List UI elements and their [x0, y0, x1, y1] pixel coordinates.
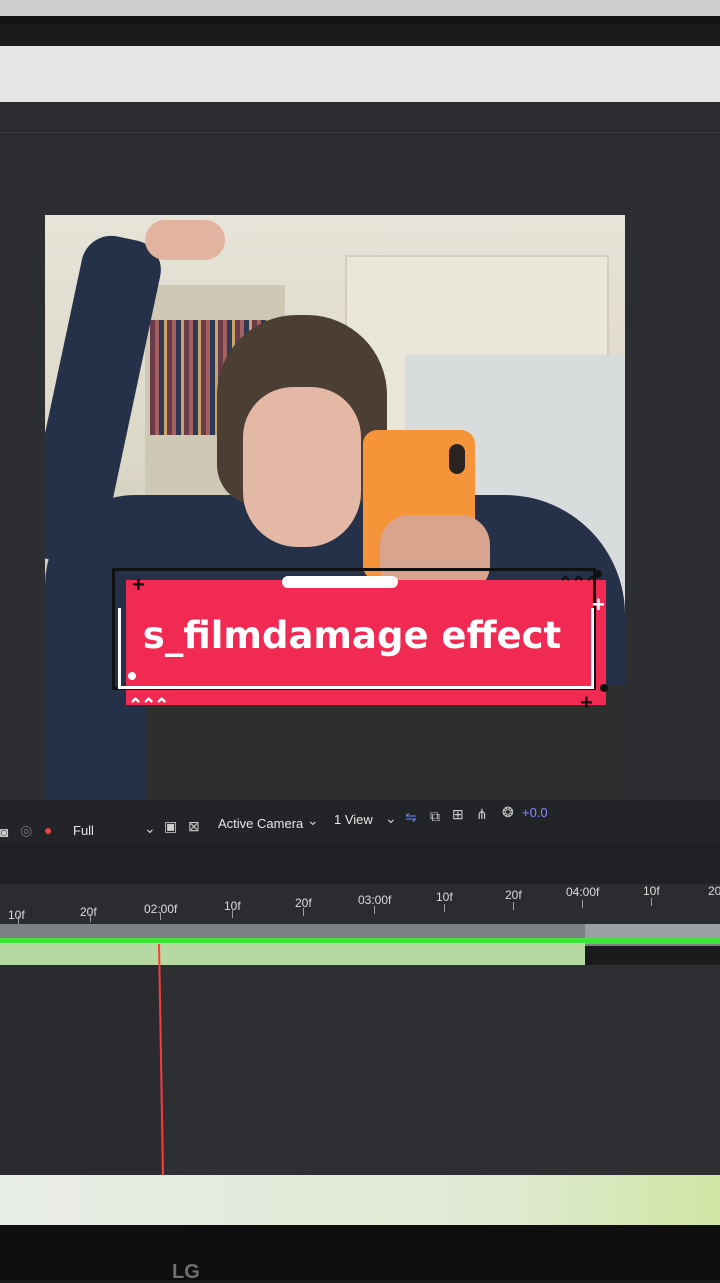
fast-preview-icon[interactable]: ⇋	[405, 809, 417, 825]
comp-flowchart-icon[interactable]: ⊞	[452, 806, 464, 822]
ruler-tick-mark	[651, 898, 652, 906]
plus-decoration: +	[580, 690, 593, 715]
transparency-grid-icon[interactable]: ⊠	[188, 818, 200, 834]
monitor-bezel-top	[0, 0, 720, 24]
wall-strip	[0, 0, 720, 16]
plus-decoration: +	[132, 572, 145, 597]
region-of-interest-icon[interactable]: ▣	[164, 818, 177, 834]
timeline-header	[0, 844, 720, 884]
title-text: s_filmdamage effect	[142, 614, 562, 657]
chevron-down-icon[interactable]: ⌄	[385, 810, 397, 826]
reset-exposure-icon[interactable]: ❂	[502, 804, 514, 820]
time-ruler[interactable]: 10f 20f 02:00f 10f 20f 03:00f 10f 20f 04…	[0, 884, 720, 924]
ruler-tick-label: 20	[708, 884, 720, 898]
ruler-tick-mark	[513, 902, 514, 910]
monitor-bezel-bottom	[0, 1225, 720, 1280]
dot-decoration	[128, 672, 136, 680]
camera-select[interactable]: Active Camera	[218, 816, 303, 832]
ruler-tick-label: 03:00f	[358, 893, 392, 907]
ruler-tick-mark	[374, 906, 375, 914]
chevron-down-icon[interactable]: ⌄	[144, 820, 156, 836]
title-pill-decoration	[282, 576, 398, 588]
face	[243, 387, 361, 547]
ruler-tick-label: 04:00f	[566, 885, 600, 899]
exposure-value[interactable]: +0.0	[522, 805, 548, 821]
ruler-tick-mark	[582, 900, 583, 908]
timeline-toggle-icon[interactable]: ⧉	[430, 808, 440, 824]
zigzag-decoration: ⌃⌃⌃	[558, 573, 599, 593]
app-titlebar	[0, 46, 720, 102]
ruler-tick-label: 10f	[436, 890, 453, 904]
work-area-range[interactable]	[0, 943, 585, 965]
views-select[interactable]: 1 View	[334, 812, 373, 828]
layer-panel[interactable]	[0, 965, 160, 1175]
ruler-tick-mark	[90, 914, 91, 922]
plus-decoration: +	[592, 592, 605, 617]
resolution-select[interactable]: Full	[73, 823, 94, 839]
dot-decoration	[600, 684, 608, 692]
ruler-tick-mark	[303, 908, 304, 916]
zigzag-decoration: ⌃⌃⌃	[128, 695, 169, 715]
composition-frame	[45, 215, 625, 810]
ruler-tick-label: 10f	[643, 884, 660, 898]
monitor-brand-logo: LG	[172, 1261, 200, 1283]
panel-divider	[0, 132, 720, 133]
viewer-toolbar: ◙ ◎ ● Full ⌄ ▣ ⊠ Active Camera ⌄ 1 View …	[0, 800, 720, 844]
flowchart-icon[interactable]: ⋔	[476, 806, 488, 822]
ruler-tick-mark	[232, 910, 233, 918]
camera-icon[interactable]: ◙	[0, 824, 8, 840]
ruler-tick-mark	[160, 912, 161, 920]
timeline-footer	[0, 1175, 720, 1225]
color-channel-icon[interactable]: ●	[44, 822, 52, 838]
raised-hand	[145, 220, 225, 260]
ruler-tick-mark	[444, 904, 445, 912]
ruler-tick-mark	[18, 916, 19, 924]
phone-camera	[449, 444, 465, 474]
mask-visibility-icon[interactable]: ◎	[20, 822, 32, 838]
chevron-down-icon[interactable]: ⌄	[307, 812, 319, 828]
ruler-tick-label: 20f	[80, 905, 97, 919]
title-overlay: + + + ⌃⌃⌃ ⌃⌃⌃ s_filmdamage effect	[112, 568, 610, 714]
ruler-tick-label: 10f	[8, 908, 25, 922]
panel-header	[0, 102, 720, 210]
ruler-tick-label: 20f	[505, 888, 522, 902]
